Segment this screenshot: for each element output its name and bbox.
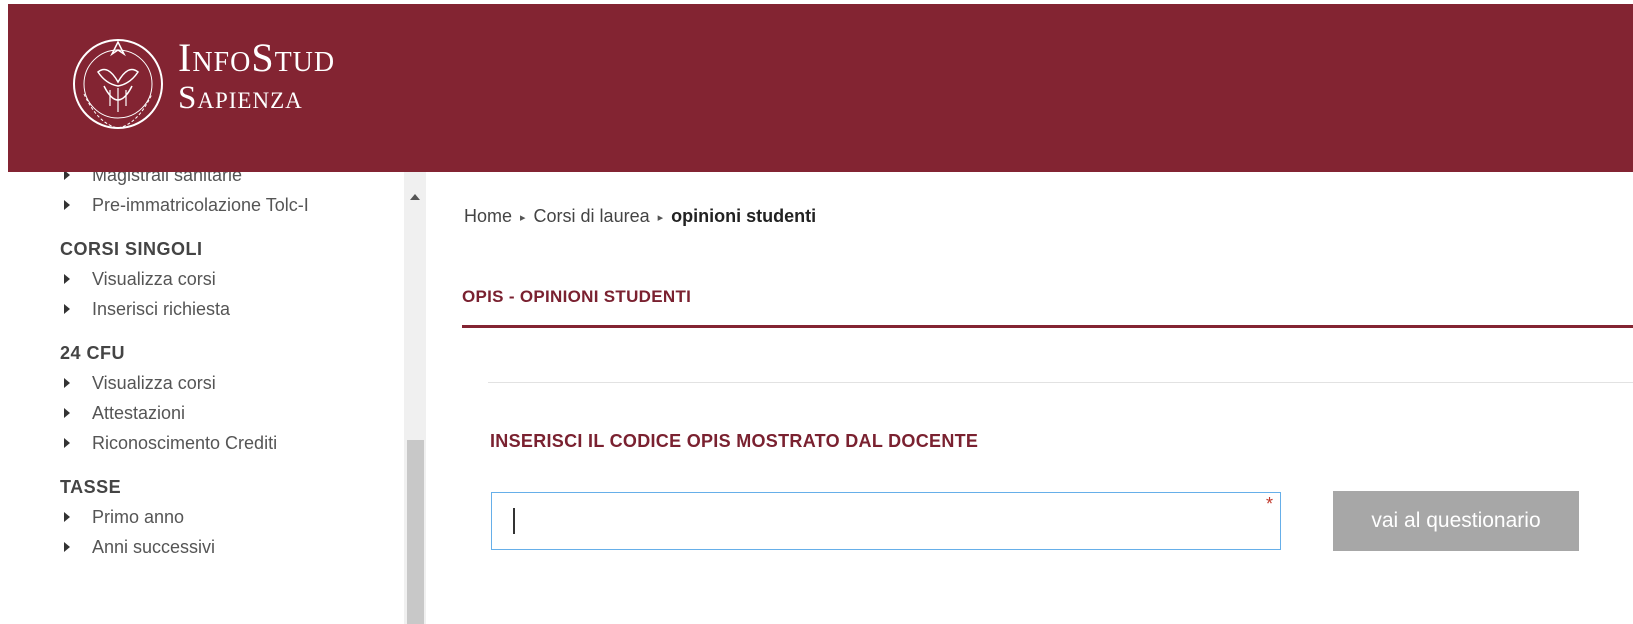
sidebar-item-label: Visualizza corsi	[92, 269, 216, 289]
sidebar-scrollbar[interactable]	[404, 172, 426, 624]
sidebar-item-attestazioni[interactable]: Attestazioni	[60, 398, 400, 428]
bullet-arrow-icon	[64, 172, 70, 180]
sidebar-item-magistrali-sanitarie[interactable]: Magistrali sanitarie	[60, 172, 400, 190]
opis-code-label: INSERISCI IL CODICE OPIS MOSTRATO DAL DO…	[490, 431, 979, 451]
bullet-arrow-icon	[64, 378, 70, 388]
sidebar-item-pre-immatricolazione[interactable]: Pre-immatricolazione Tolc-I	[60, 190, 400, 220]
bullet-arrow-icon	[64, 274, 70, 284]
breadcrumb-home-link[interactable]: Home	[464, 206, 512, 226]
sidebar-item-label: Visualizza corsi	[92, 373, 216, 393]
bullet-arrow-icon	[64, 304, 70, 314]
scrollbar-thumb[interactable]	[407, 440, 424, 624]
required-indicator: *	[1266, 494, 1274, 514]
sidebar-item-label: Inserisci richiesta	[92, 299, 231, 319]
sidebar-item-label: Riconoscimento Crediti	[92, 433, 278, 453]
scroll-up-arrow-icon[interactable]	[410, 194, 420, 200]
sidebar-item-label: Primo anno	[92, 507, 185, 527]
text-caret	[513, 508, 515, 534]
breadcrumb-current: opinioni studenti	[671, 206, 817, 226]
logo-wordmark[interactable]: InfoStud Sapienza	[178, 38, 335, 115]
bullet-arrow-icon	[64, 512, 70, 522]
bullet-arrow-icon	[64, 542, 70, 552]
logo-subtitle: Sapienza	[178, 80, 303, 116]
sidebar-item-label: Pre-immatricolazione Tolc-I	[92, 195, 309, 215]
sidebar-nav: Magistrali sanitarie Pre-immatricolazion…	[8, 172, 410, 624]
sidebar-item-anni-successivi[interactable]: Anni successivi	[60, 532, 400, 562]
go-to-questionnaire-button[interactable]: vai al questionario	[1333, 491, 1579, 551]
sapienza-seal-logo[interactable]	[68, 24, 168, 136]
title-divider	[462, 325, 1633, 328]
site-header: InfoStud Sapienza	[8, 4, 1633, 172]
sidebar-item-label: Anni successivi	[92, 537, 216, 557]
opis-code-input[interactable]	[491, 492, 1281, 550]
page-title: OPIS - OPINIONI STUDENTI	[462, 287, 692, 306]
sidebar-item-visualizza-corsi[interactable]: Visualizza corsi	[60, 264, 400, 294]
panel-divider	[488, 382, 1633, 383]
breadcrumb-separator-icon: ▸	[657, 212, 664, 224]
sidebar-heading-24-cfu: 24 CFU	[60, 343, 126, 363]
sidebar-heading-tasse: TASSE	[60, 477, 122, 497]
sidebar-heading-corsi-singoli: CORSI SINGOLI	[60, 239, 203, 259]
sidebar-item-label: Attestazioni	[92, 403, 186, 423]
bullet-arrow-icon	[64, 438, 70, 448]
bullet-arrow-icon	[64, 200, 70, 210]
breadcrumb-corsi-link[interactable]: Corsi di laurea	[534, 206, 650, 226]
breadcrumb-separator-icon: ▸	[520, 212, 526, 224]
sidebar-item-riconoscimento-crediti[interactable]: Riconoscimento Crediti	[60, 428, 400, 458]
logo-title: InfoStud	[178, 35, 336, 80]
bullet-arrow-icon	[64, 408, 70, 418]
sidebar-item-visualizza-corsi-cfu[interactable]: Visualizza corsi	[60, 368, 400, 398]
sidebar-item-label: Magistrali sanitarie	[92, 172, 243, 185]
sidebar-list: Magistrali sanitarie Pre-immatricolazion…	[60, 172, 400, 562]
breadcrumb: Home ▸ Corsi di laurea ▸ opinioni studenti	[464, 206, 816, 227]
sidebar-item-primo-anno[interactable]: Primo anno	[60, 502, 400, 532]
sidebar-item-inserisci-richiesta[interactable]: Inserisci richiesta	[60, 294, 400, 324]
